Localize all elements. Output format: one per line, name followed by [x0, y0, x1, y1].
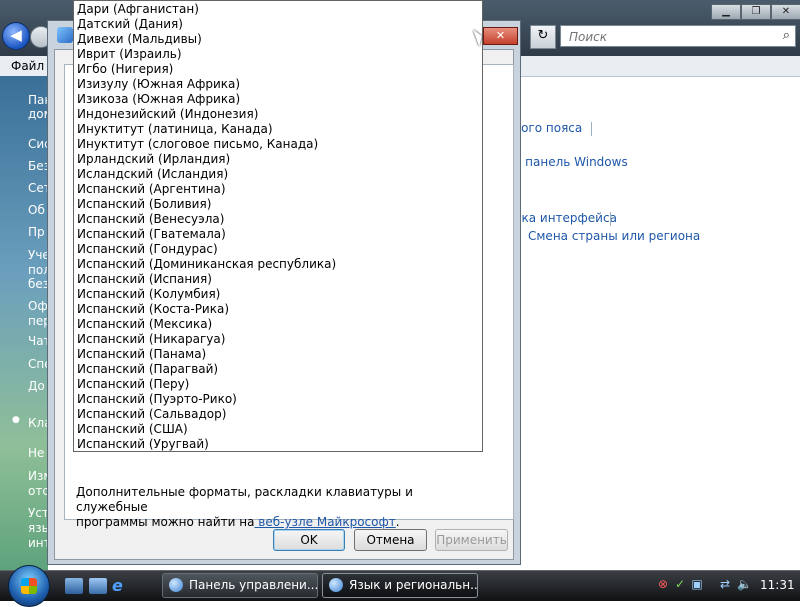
minimize-button[interactable]: ▁ — [711, 4, 741, 20]
list-item[interactable]: Испанский (Доминиканская республика) — [77, 257, 336, 272]
list-item[interactable]: Испанский (Пуэрто-Рико) — [77, 392, 237, 407]
sidebar-fragment[interactable]: До — [28, 379, 45, 393]
info-period: . — [395, 515, 400, 529]
list-item[interactable]: Ирландский (Ирландия) — [77, 152, 230, 167]
globe-icon — [329, 578, 343, 592]
sidebar-fragment[interactable]: Об — [28, 203, 45, 217]
refresh-icon[interactable]: ↻ — [530, 25, 556, 49]
list-item[interactable]: Испанский (Никарагуа) — [77, 332, 225, 347]
menu-file[interactable]: Файл — [11, 59, 44, 73]
list-item[interactable]: Датский (Дания) — [77, 17, 183, 32]
ok-button[interactable]: OK — [273, 529, 345, 551]
start-button[interactable] — [8, 565, 50, 607]
show-desktop-icon[interactable] — [65, 578, 83, 594]
switch-windows-icon[interactable] — [89, 578, 107, 594]
maximize-button[interactable]: ❐ — [741, 4, 771, 20]
list-item[interactable]: Инуктитут (слоговое письмо, Канада) — [77, 137, 318, 152]
interface-language-link[interactable]: ыка интерфейса — [512, 211, 617, 225]
list-item[interactable]: Испанский (Венесуэла) — [77, 212, 224, 227]
list-item[interactable]: Изикоза (Южная Африка) — [77, 92, 240, 107]
link-separator — [591, 122, 592, 136]
list-item[interactable]: Испанский (Парагвай) — [77, 362, 218, 377]
network-icon[interactable]: ▣ — [690, 577, 704, 591]
list-item[interactable]: Испанский (Испания) — [77, 272, 212, 287]
list-item[interactable]: Игбо (Нигерия) — [77, 62, 173, 77]
info-text: Дополнительные форматы, раскладки клавиа… — [76, 485, 476, 530]
list-item[interactable]: Испанский (Уругвай) — [77, 437, 209, 451]
list-item[interactable]: Дивехи (Мальдивы) — [77, 32, 202, 47]
control-panel-icon — [169, 578, 183, 592]
list-item[interactable]: Испанский (Аргентина) — [77, 182, 226, 197]
list-item[interactable]: Испанский (Колумбия) — [77, 287, 220, 302]
list-item[interactable]: Индонезийский (Индонезия) — [77, 107, 258, 122]
taskbar-item-regional-settings[interactable]: Язык и региональн... — [322, 573, 478, 598]
list-item[interactable]: Изизулу (Южная Африка) — [77, 77, 240, 92]
back-arrow-icon[interactable]: ◀ — [2, 22, 30, 50]
checkmark-icon[interactable]: ✓ — [673, 577, 687, 591]
list-item[interactable]: Исландский (Исландия) — [77, 167, 228, 182]
list-item[interactable]: Испанский (Коста-Рика) — [77, 302, 229, 317]
taskbar-item-label: Язык и региональн... — [349, 578, 478, 592]
language-dropdown-list[interactable]: Дари (Афганистан) Датский (Дания) Дивехи… — [73, 0, 483, 452]
taskbar-item-label: Панель управлени... — [189, 578, 318, 592]
list-item[interactable]: Испанский (Мексика) — [77, 317, 212, 332]
sync-icon[interactable]: ⇄ — [718, 577, 732, 591]
sidebar-fragment[interactable]: без — [28, 277, 49, 291]
globe-icon — [57, 27, 73, 43]
list-item[interactable]: Испанский (Сальвадор) — [77, 407, 226, 422]
sidebar-fragment[interactable]: Оф — [28, 299, 48, 313]
sidebar-fragment[interactable]: Уст — [28, 506, 49, 520]
dialog-close-button[interactable]: ✕ — [483, 27, 518, 45]
search-input[interactable] — [567, 29, 771, 45]
sidebar-fragment[interactable]: Пр — [28, 225, 45, 239]
cancel-button[interactable]: Отмена — [354, 529, 427, 551]
info-line-1: Дополнительные форматы, раскладки клавиа… — [76, 485, 413, 514]
list-item[interactable]: Иврит (Израиль) — [77, 47, 182, 62]
timezone-link[interactable]: вого пояса — [514, 121, 582, 135]
taskbar: e Панель управлени... Язык и региональн.… — [0, 565, 800, 607]
list-item[interactable]: Испанский (Гондурас) — [77, 242, 218, 257]
list-item[interactable]: Испанский (США) — [77, 422, 188, 437]
taskbar-item-control-panel[interactable]: Панель управлени... — [162, 573, 318, 598]
list-item[interactable]: Инуктитут (латиница, Канада) — [77, 122, 273, 137]
microsoft-website-link[interactable]: веб-узле Майкрософт — [254, 515, 395, 529]
search-field[interactable]: ⌕ — [560, 25, 796, 47]
close-explorer-button[interactable]: ✕ — [771, 4, 800, 20]
clock[interactable]: 11:31 — [760, 578, 795, 592]
panel-windows-link[interactable]: о панель Windows — [514, 155, 628, 169]
list-item[interactable]: Испанский (Гватемала) — [77, 227, 226, 242]
internet-explorer-icon[interactable]: e — [112, 578, 130, 594]
list-item[interactable]: Испанский (Перу) — [77, 377, 189, 392]
info-line-2: программы можно найти на — [76, 515, 255, 529]
apply-button[interactable]: Применить — [435, 529, 508, 551]
control-panel-sidebar: Пан дом Сис Без Сет Об Пр Уче пол без Оф… — [0, 76, 53, 596]
change-country-link[interactable]: Смена страны или региона — [528, 229, 700, 243]
list-item[interactable]: Испанский (Боливия) — [77, 197, 211, 212]
volume-muted-icon[interactable]: 🔈 — [737, 577, 752, 591]
list-item[interactable]: Дари (Афганистан) — [77, 2, 199, 17]
link-separator — [610, 212, 611, 226]
list-item[interactable]: Испанский (Панама) — [77, 347, 206, 362]
bullet-icon: ● — [12, 415, 20, 425]
security-alert-icon[interactable]: ⊗ — [656, 577, 670, 591]
sidebar-fragment[interactable]: Не — [28, 446, 44, 460]
search-icon[interactable]: ⌕ — [783, 28, 790, 43]
sidebar-fragment[interactable]: отс — [28, 484, 49, 498]
